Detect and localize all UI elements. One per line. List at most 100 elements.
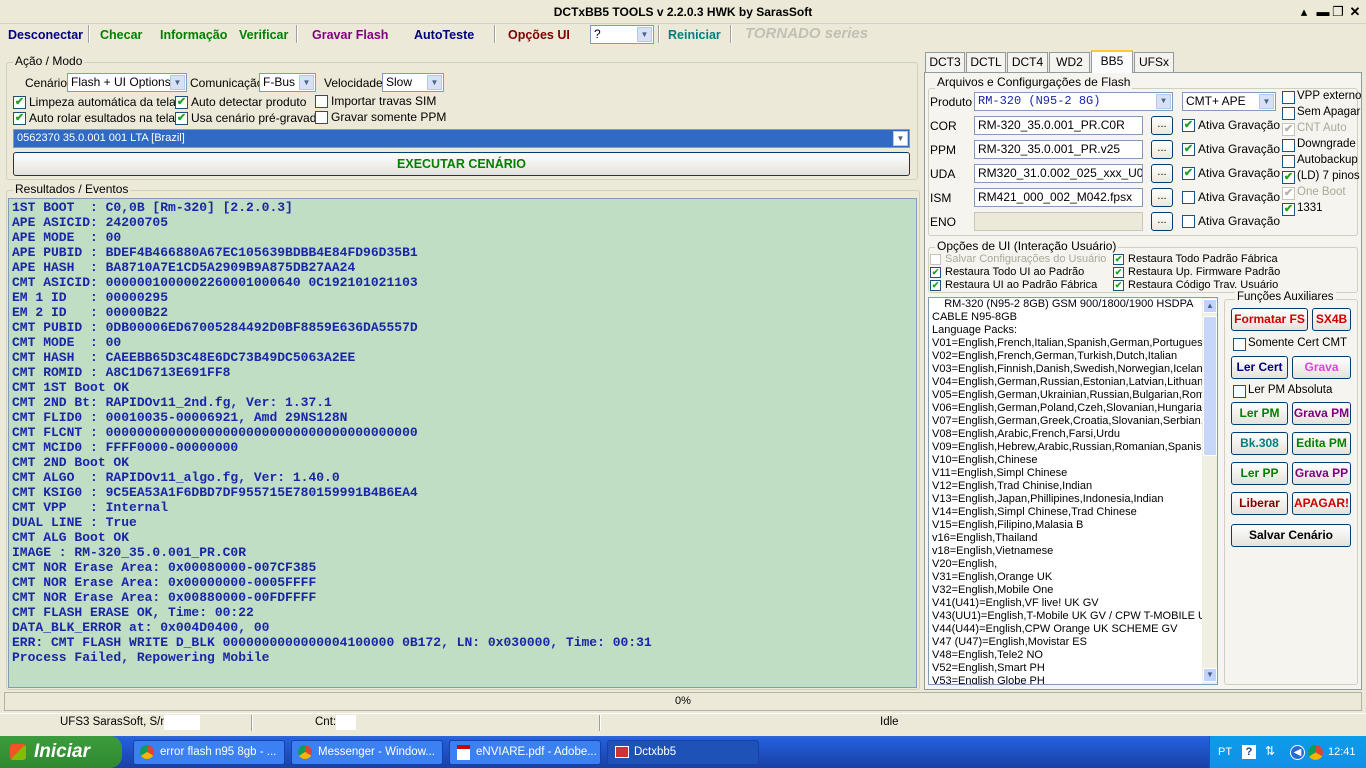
checar-button[interactable]: Checar xyxy=(96,27,146,45)
reiniciar-button[interactable]: Reiniciar xyxy=(664,27,725,45)
1331-checkbox[interactable]: ✔ xyxy=(1282,203,1295,216)
executar-cenario-button[interactable]: EXECUTAR CENÁRIO xyxy=(13,152,910,176)
restaura-firmware-checkbox[interactable]: ✔ xyxy=(1113,267,1124,278)
chevron-down-icon: ▼ xyxy=(299,75,314,90)
product-code-select[interactable]: 0562370 35.0.001 001 LTA [Brazil] ▼ xyxy=(13,129,910,148)
ler-cert-button[interactable]: Ler Cert xyxy=(1231,356,1288,379)
ism-ativa-checkbox[interactable] xyxy=(1182,191,1195,204)
help-icon[interactable]: ? xyxy=(1242,745,1256,759)
autobackup-checkbox[interactable] xyxy=(1282,155,1295,168)
ism-field[interactable]: RM421_000_002_M042.fpsx xyxy=(974,188,1143,207)
language-pack-list[interactable]: RM-320 (N95-2 8GB) GSM 900/1800/1900 HSD… xyxy=(928,297,1218,685)
salvar-cenario-button[interactable]: Salvar Cenário xyxy=(1231,524,1351,547)
lang-line: CABLE N95-8GB xyxy=(932,311,1017,323)
formatar-fs-button[interactable]: Formatar FS xyxy=(1231,308,1308,331)
desconectar-button[interactable]: Desconectar xyxy=(4,27,87,45)
auto-detectar-checkbox[interactable]: ✔ xyxy=(175,96,188,109)
importar-travas-checkbox[interactable] xyxy=(315,95,328,108)
liberar-button[interactable]: Liberar xyxy=(1231,492,1288,515)
minimize-button[interactable]: ▬ xyxy=(1315,4,1331,20)
grava-pm-button[interactable]: Grava PM xyxy=(1292,402,1351,425)
ler-pm-button[interactable]: Ler PM xyxy=(1231,402,1288,425)
task-dctxbb5[interactable]: Dctxbb5 xyxy=(607,740,759,765)
ppm-label: PPM xyxy=(930,143,957,157)
auto-rolar-checkbox[interactable]: ✔ xyxy=(13,112,26,125)
ppm-field[interactable]: RM-320_35.0.001_PR.v25 xyxy=(974,140,1143,159)
task-chrome-1[interactable]: error flash n95 8gb - ... xyxy=(133,740,285,765)
cor-browse-button[interactable]: ... xyxy=(1151,116,1173,135)
restaura-codigo-checkbox[interactable]: ✔ xyxy=(1113,280,1124,291)
restaura-ui-checkbox[interactable]: ✔ xyxy=(930,267,941,278)
ism-browse-button[interactable]: ... xyxy=(1151,188,1173,207)
ler-pm-absoluta-checkbox[interactable] xyxy=(1233,385,1246,398)
bk308-button[interactable]: Bk.308 xyxy=(1231,432,1288,455)
apagar-button[interactable]: APAGAR! xyxy=(1292,492,1351,515)
cenario-select[interactable]: Flash + UI Options ▼ xyxy=(67,73,187,92)
network-icon[interactable]: ⇅ xyxy=(1265,744,1275,758)
chrome-tray-icon[interactable] xyxy=(1308,745,1323,760)
minimize-icon[interactable]: ▴ xyxy=(1296,4,1312,20)
grava-cert-button[interactable]: Grava Cert xyxy=(1292,356,1351,379)
log-line: CMT NOR Erase Area: 0x00080000-007CF385 xyxy=(12,560,317,575)
cor-field[interactable]: RM-320_35.0.001_PR.C0R xyxy=(974,116,1143,135)
ppm-ativa-checkbox[interactable]: ✔ xyxy=(1182,143,1195,156)
tab-bb5[interactable]: BB5 xyxy=(1091,50,1133,73)
informacao-button[interactable]: Informação xyxy=(156,27,231,45)
produto-select[interactable]: RM-320 (N95-2 8G) ▼ xyxy=(974,92,1173,111)
opcoes-ui-button[interactable]: Opções UI xyxy=(504,27,574,45)
task-adobe[interactable]: eNVIARE.pdf - Adobe... xyxy=(449,740,601,765)
restaura-ui-fabrica-checkbox[interactable]: ✔ xyxy=(930,280,941,291)
restore-icon[interactable]: ❐ xyxy=(1330,4,1346,20)
uda-field[interactable]: RM320_31.0.002_025_xxx_U01_ xyxy=(974,164,1143,183)
tab-ufsx[interactable]: UFSx xyxy=(1134,52,1174,72)
verificar-button[interactable]: Verificar xyxy=(235,27,292,45)
start-button[interactable]: Iniciar xyxy=(0,736,122,768)
eno-ativa-checkbox[interactable] xyxy=(1182,215,1195,228)
language-indicator[interactable]: PT xyxy=(1218,746,1232,758)
usa-cenario-checkbox[interactable]: ✔ xyxy=(175,112,188,125)
results-log[interactable]: 1ST BOOT : C0,0B [Rm-320] [2.2.0.3] APE A… xyxy=(8,198,917,688)
gravar-flash-button[interactable]: Gravar Flash xyxy=(308,27,392,45)
restaura-fabrica-checkbox[interactable]: ✔ xyxy=(1113,254,1124,265)
vpp-externo-checkbox[interactable] xyxy=(1282,91,1295,104)
velocidade-select[interactable]: Slow ▼ xyxy=(382,73,444,92)
cnt-auto-checkbox[interactable]: ✔ xyxy=(1282,123,1295,136)
uda-ativa-checkbox[interactable]: ✔ xyxy=(1182,167,1195,180)
eno-browse-button[interactable]: ... xyxy=(1151,212,1173,231)
downgrade-checkbox[interactable] xyxy=(1282,139,1295,152)
scroll-up-icon[interactable]: ▲ xyxy=(1203,299,1217,313)
comunicacao-select[interactable]: F-Bus ▼ xyxy=(259,73,316,92)
limpeza-checkbox[interactable]: ✔ xyxy=(13,96,26,109)
scrollbar-thumb[interactable] xyxy=(1203,316,1217,456)
ler-pp-button[interactable]: Ler PP xyxy=(1231,462,1288,485)
tab-wd2[interactable]: WD2 xyxy=(1049,52,1090,72)
tab-dctl[interactable]: DCTL xyxy=(966,52,1006,72)
sem-apagar-checkbox[interactable] xyxy=(1282,107,1295,120)
cmt-ape-select[interactable]: CMT+ APE ▼ xyxy=(1182,92,1276,111)
sx4b-button[interactable]: SX4B xyxy=(1312,308,1351,331)
gravar-ppm-checkbox[interactable] xyxy=(315,111,328,124)
grava-pp-button[interactable]: Grava PP xyxy=(1292,462,1351,485)
tab-dct4[interactable]: DCT4 xyxy=(1007,52,1048,72)
help-select[interactable]: ? ▼ xyxy=(590,25,654,44)
tab-dct3[interactable]: DCT3 xyxy=(925,52,965,72)
language-pack-text: RM-320 (N95-2 8GB) GSM 900/1800/1900 HSD… xyxy=(932,298,1204,684)
lang-header: RM-320 (N95-2 8GB) GSM 900/1800/1900 HSD… xyxy=(932,298,1194,310)
cor-label: COR xyxy=(930,119,957,133)
velocidade-label: Velocidade xyxy=(324,76,383,90)
close-icon[interactable]: ✕ xyxy=(1347,4,1363,20)
ld-7-pinos-checkbox[interactable]: ✔ xyxy=(1282,171,1295,184)
task-chrome-2[interactable]: Messenger - Window... xyxy=(291,740,443,765)
status-ufs: UFS3 SarasSoft, S/n: xyxy=(60,716,170,728)
salvar-config-checkbox[interactable] xyxy=(930,254,941,265)
scroll-down-icon[interactable]: ▼ xyxy=(1203,668,1217,682)
edita-pm-button[interactable]: Edita PM xyxy=(1292,432,1351,455)
cor-ativa-checkbox[interactable]: ✔ xyxy=(1182,119,1195,132)
ppm-browse-button[interactable]: ... xyxy=(1151,140,1173,159)
somente-cert-checkbox[interactable] xyxy=(1233,338,1246,351)
one-boot-checkbox[interactable]: ✔ xyxy=(1282,187,1295,200)
back-arrow-icon[interactable]: ◀ xyxy=(1290,745,1305,760)
autoteste-button[interactable]: AutoTeste xyxy=(410,27,478,45)
uda-browse-button[interactable]: ... xyxy=(1151,164,1173,183)
eno-field[interactable] xyxy=(974,212,1143,231)
